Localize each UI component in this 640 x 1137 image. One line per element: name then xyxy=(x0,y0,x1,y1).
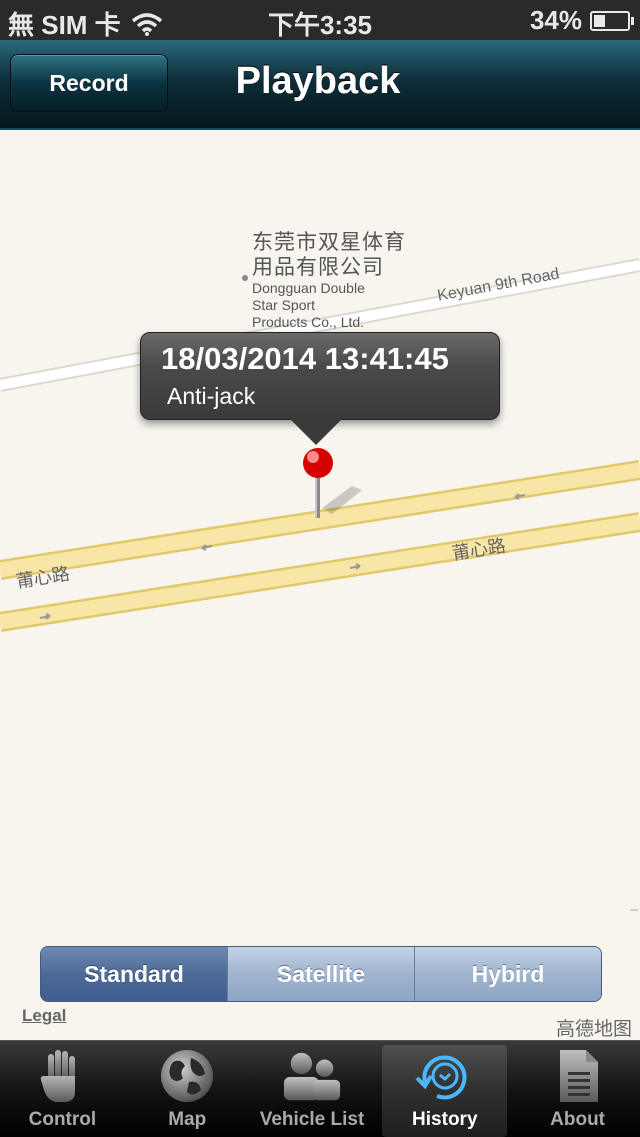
battery-icon xyxy=(590,10,634,31)
segment-standard[interactable]: Standard xyxy=(41,947,227,1001)
tab-map[interactable]: Map xyxy=(125,1041,250,1137)
tab-label-control: Control xyxy=(28,1109,97,1130)
poi-en-line3: Products Co., Ltd. xyxy=(252,314,365,330)
tab-control[interactable]: Control xyxy=(0,1041,125,1137)
globe-icon xyxy=(157,1047,217,1105)
battery-fill xyxy=(594,14,605,27)
battery-percent: 34% xyxy=(529,5,582,35)
page-title-text: Playback xyxy=(235,60,401,102)
tab-label-vehicle-list: Vehicle List xyxy=(259,1109,365,1130)
tab-history[interactable]: History xyxy=(382,1045,508,1137)
pin-callout[interactable]: 18/03/2014 13:41:45 Anti-jack xyxy=(140,332,500,420)
poi-cn-line2: 用品有限公司 xyxy=(252,256,384,279)
status-bar: 無 SIM 卡 下午3:35 34% xyxy=(0,0,640,40)
poi-cn-line1: 东莞市双星体育 xyxy=(252,231,406,254)
hand-icon xyxy=(32,1047,92,1105)
people-icon xyxy=(282,1047,342,1105)
tab-label-about: About xyxy=(550,1109,606,1130)
callout-event: Anti-jack xyxy=(167,383,256,409)
tab-about[interactable]: About xyxy=(515,1041,640,1137)
legal-link[interactable]: Legal xyxy=(22,1006,66,1026)
tab-label-map: Map xyxy=(168,1109,207,1130)
clock-history-icon xyxy=(415,1047,475,1105)
segment-hybird[interactable]: Hybird xyxy=(414,947,601,1001)
poi-label[interactable]: 东莞市双星体育 用品有限公司 Dongguan Double Star Spor… xyxy=(252,230,406,331)
map-type-selector: Standard Satellite Hybird xyxy=(40,946,602,1002)
status-right: 34% xyxy=(529,5,634,36)
callout-timestamp: 18/03/2014 13:41:45 xyxy=(161,341,449,376)
poi-en-line1: Dongguan Double xyxy=(252,280,365,296)
map-view[interactable]: 东莞市双星体育 用品有限公司 Dongguan Double Star Spor… xyxy=(0,130,640,1038)
poi-marker-dot xyxy=(242,275,248,281)
document-icon xyxy=(548,1047,608,1105)
page-title: Playback xyxy=(0,60,640,103)
tab-vehicle-list[interactable]: Vehicle List xyxy=(250,1041,375,1137)
poi-en-line2: Star Sport xyxy=(252,297,316,313)
callout-pointer xyxy=(288,417,344,445)
map-provider-logo: 高德地图 xyxy=(555,1019,632,1040)
navigation-bar: Record Playback xyxy=(0,40,640,130)
tab-bar: Control Map Vehicle List History About xyxy=(0,1040,640,1137)
segment-satellite[interactable]: Satellite xyxy=(227,947,414,1001)
tab-label-history: History xyxy=(412,1109,478,1130)
